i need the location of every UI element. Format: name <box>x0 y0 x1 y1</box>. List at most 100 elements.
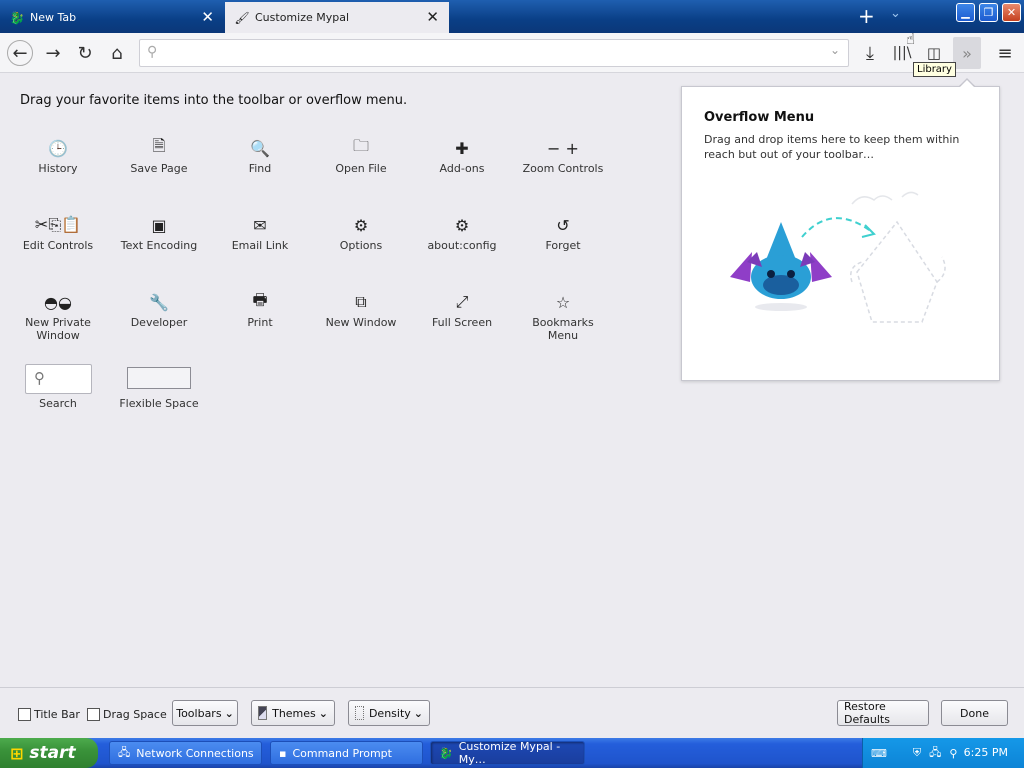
flexible-space-label: Flexible Space <box>119 397 199 410</box>
back-button[interactable]: ← <box>6 33 34 73</box>
dragon-icon: 🐉 <box>9 10 25 25</box>
keyboard-icon[interactable]: ⌨ <box>871 747 887 760</box>
chevron-down-icon: ⌄ <box>224 706 234 720</box>
fullscreen-icon: ⤢ <box>455 292 469 311</box>
palette-item[interactable]: 🗀 Open File <box>317 136 405 176</box>
chevron-down-icon[interactable]: ⌄ <box>830 43 840 57</box>
palette-item[interactable]: ⤢ Full Screen <box>418 291 506 329</box>
checkbox-label: Title Bar <box>34 708 80 721</box>
start-button[interactable]: ⊞ start <box>0 738 98 768</box>
envelope-icon: ✉ <box>253 215 267 235</box>
checkbox-box[interactable] <box>18 708 31 721</box>
gear-icon: ⚙ <box>353 215 369 235</box>
tab-new-tab[interactable]: 🐉 New Tab ✕ <box>0 2 224 33</box>
window-close-button[interactable]: ✕ <box>1002 3 1021 22</box>
palette-item-label: History <box>38 162 78 175</box>
task-label: Command Prompt <box>292 746 392 760</box>
star-icon: ☆ <box>555 292 571 312</box>
clock: 6:25 PM <box>963 746 1008 759</box>
button-label: Toolbars <box>176 706 222 720</box>
palette-item-label: Add-ons <box>439 162 485 175</box>
encoding-icon: ▣ <box>151 215 167 235</box>
palette-item[interactable]: 🔧 Developer <box>115 291 203 330</box>
printer-icon: 🖶 <box>252 289 268 309</box>
dragon-icon: 🐉 <box>439 746 453 760</box>
windows-taskbar: ⊞ start 🖧 Network Connections ▪ Command Pro… <box>0 738 1024 768</box>
close-tab-icon[interactable]: ✕ <box>426 9 439 25</box>
taskbar-item-cmd[interactable]: ▪ Command Prompt <box>270 741 423 765</box>
palette-item[interactable]: ◓◒ New Private Window <box>14 291 102 343</box>
close-tab-icon[interactable]: ✕ <box>201 9 214 25</box>
download-icon[interactable]: ⤓ <box>856 33 884 73</box>
overflow-chevron-button[interactable]: » <box>953 37 981 69</box>
button-label: Density <box>368 706 411 720</box>
taskbar-item-network[interactable]: 🖧 Network Connections <box>109 741 262 765</box>
hamburger-menu-icon[interactable]: ≡ <box>991 33 1019 73</box>
palette-item-label: Find <box>248 162 272 175</box>
command-prompt-icon: ▪ <box>279 746 287 760</box>
gear-icon: ⚙ <box>454 215 470 235</box>
task-label: Customize Mypal - My… <box>458 740 561 766</box>
start-label: start <box>29 743 76 763</box>
button-label: Themes <box>272 706 316 720</box>
palette-item[interactable]: 🕒 History <box>14 137 102 176</box>
palette-item[interactable]: ✚ Add-ons <box>418 137 506 176</box>
restore-button[interactable]: ❐ <box>979 3 998 22</box>
palette-item[interactable]: ⚙ Options <box>317 214 405 253</box>
palette-item[interactable]: ⧉ New Window <box>317 291 405 329</box>
panel-arrow-inner <box>959 80 975 88</box>
palette-item[interactable]: ↺ Forget <box>519 214 607 253</box>
palette-item[interactable]: ⚙ about:config <box>418 214 506 253</box>
density-icon <box>355 706 364 720</box>
overflow-title: Overflow Menu <box>704 110 815 125</box>
palette-item-label: Zoom Controls <box>522 162 604 175</box>
reload-icon[interactable]: ↻ <box>71 33 99 73</box>
palette-item-label: Text Encoding <box>120 239 198 252</box>
url-bar[interactable]: ⚲ ⌄ <box>139 39 849 67</box>
save-page-icon: 🗎 <box>152 135 166 155</box>
tab-label: Customize Mypal <box>255 11 350 24</box>
palette-item[interactable]: ☆ Bookmarks Menu <box>519 291 607 343</box>
taskbar-item-mypal[interactable]: 🐉 Customize Mypal - My… <box>430 740 585 766</box>
done-button[interactable]: Done <box>941 700 1008 726</box>
search-tray-icon[interactable]: ⚲ <box>949 747 957 760</box>
palette-item-label: Print <box>247 316 273 329</box>
chevron-down-icon: ⌄ <box>318 706 328 720</box>
palette-item[interactable]: 🗎 Save Page <box>115 135 203 176</box>
drag-space-checkbox[interactable]: Drag Space <box>87 708 167 721</box>
density-button[interactable]: Density ⌄ <box>348 700 430 726</box>
windows-flag-icon: ⊞ <box>10 743 24 763</box>
network-tray-icon[interactable]: 🖧 <box>929 744 941 763</box>
palette-item[interactable]: 🔍 Find <box>216 137 304 176</box>
zoom-icon: − + <box>547 138 579 158</box>
puzzle-icon: ✚ <box>455 138 469 158</box>
home-icon[interactable]: ⌂ <box>103 33 131 73</box>
tooltip: Library <box>913 62 956 77</box>
palette-item-label: Full Screen <box>431 316 493 329</box>
new-tab-button[interactable]: + <box>858 5 875 27</box>
restore-defaults-button[interactable]: Restore Defaults <box>837 700 929 726</box>
toolbars-button[interactable]: Toolbars ⌄ <box>172 700 238 726</box>
search-widget[interactable]: ⚲ <box>25 364 92 394</box>
overflow-panel[interactable]: Overflow Menu Drag and drop items here t… <box>681 86 1000 381</box>
forget-icon: ↺ <box>556 215 570 235</box>
forward-arrow-icon[interactable]: → <box>39 33 67 73</box>
flexible-space-widget[interactable] <box>127 367 191 389</box>
overflow-description: Drag and drop items here to keep them wi… <box>704 133 960 161</box>
chevron-down-icon: ⌄ <box>413 706 423 720</box>
shield-icon[interactable]: ⛨ <box>913 746 921 760</box>
minimize-button[interactable]: ▁ <box>956 3 975 22</box>
palette-item[interactable]: ✂⎘📋 Edit Controls <box>14 214 102 252</box>
palette-item[interactable]: 🖶 Print <box>216 289 304 330</box>
tab-list-chevron-icon[interactable]: ⌄ <box>890 6 901 21</box>
palette-item[interactable]: ✉ Email Link <box>216 214 304 253</box>
task-label: Network Connections <box>136 746 254 760</box>
dragon-mascot-illustration <box>730 191 946 323</box>
title-bar-checkbox[interactable]: Title Bar <box>18 708 80 721</box>
themes-button[interactable]: Themes ⌄ <box>251 700 335 726</box>
palette-item-label: Options <box>339 239 383 252</box>
palette-item[interactable]: − + Zoom Controls <box>519 137 607 176</box>
tab-customize[interactable]: 🖌 Customize Mypal ✕ <box>225 2 449 33</box>
checkbox-box[interactable] <box>87 708 100 721</box>
palette-item[interactable]: ▣ Text Encoding <box>115 214 203 253</box>
